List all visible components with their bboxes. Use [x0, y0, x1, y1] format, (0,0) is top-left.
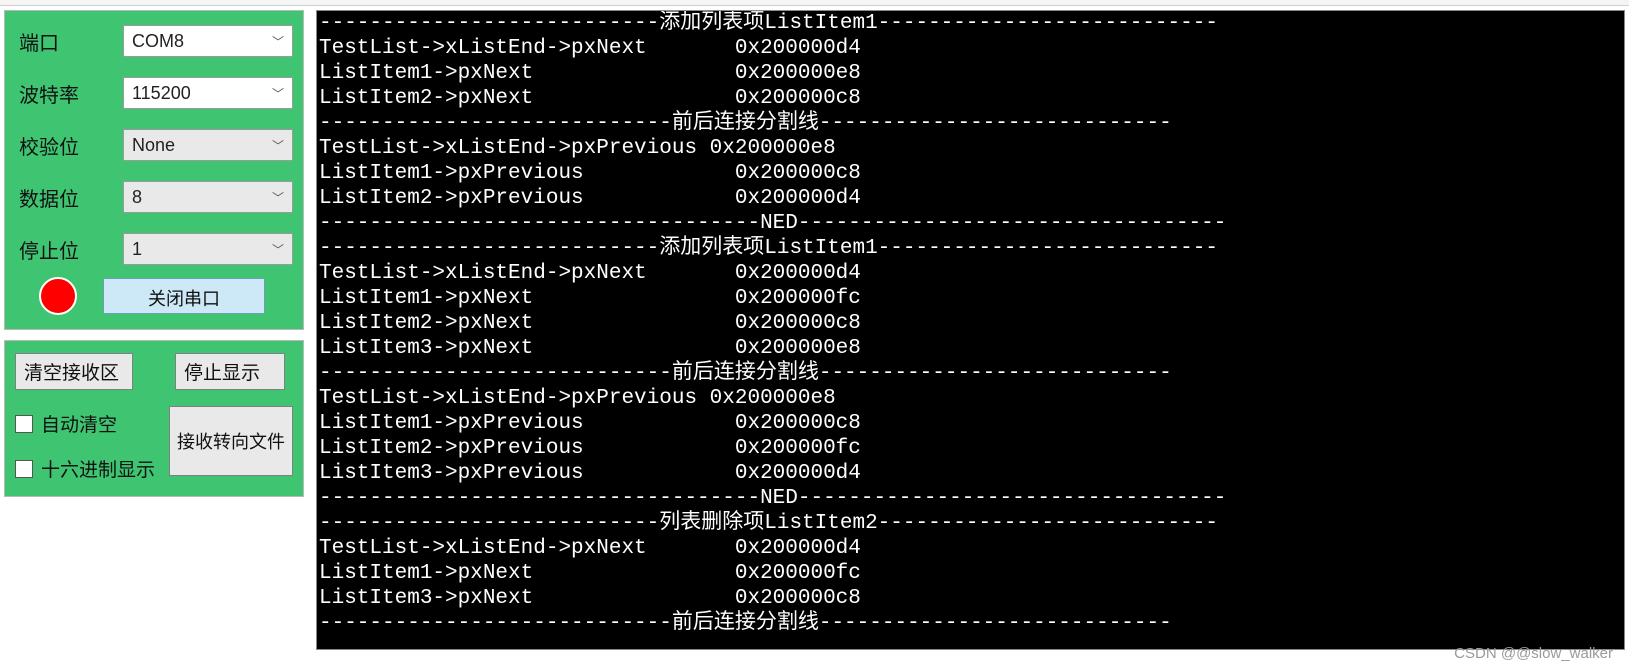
- data-select[interactable]: 8 ﹀: [123, 181, 293, 213]
- status-led-icon: [39, 277, 77, 315]
- chevron-down-icon: ﹀: [272, 137, 284, 154]
- checkbox-column: 自动清空 十六进制显示: [15, 406, 155, 482]
- port-action-row: 关闭串口: [19, 277, 293, 315]
- chevron-down-icon: ﹀: [272, 241, 284, 258]
- port-label: 端口: [19, 27, 123, 56]
- auto-clear-row[interactable]: 自动清空: [15, 410, 155, 437]
- baud-select[interactable]: 115200 ﹀: [123, 77, 293, 109]
- stop-display-button[interactable]: 停止显示: [175, 353, 285, 390]
- data-row: 数据位 8 ﹀: [19, 181, 293, 213]
- receive-bot-row: 自动清空 十六进制显示 接收转向文件: [15, 406, 293, 482]
- hex-display-label: 十六进制显示: [41, 455, 155, 482]
- stop-row: 停止位 1 ﹀: [19, 233, 293, 265]
- parity-select[interactable]: None ﹀: [123, 129, 293, 161]
- stop-select[interactable]: 1 ﹀: [123, 233, 293, 265]
- auto-clear-checkbox[interactable]: [15, 415, 33, 433]
- receive-top-row: 清空接收区 停止显示: [15, 353, 293, 390]
- close-port-button[interactable]: 关闭串口: [103, 278, 265, 314]
- parity-label: 校验位: [19, 131, 123, 160]
- baud-label: 波特率: [19, 79, 123, 108]
- left-sidebar: 端口 COM8 ﹀ 波特率 115200 ﹀ 校验位 None ﹀: [4, 10, 304, 650]
- chevron-down-icon: ﹀: [272, 85, 284, 102]
- chevron-down-icon: ﹀: [272, 33, 284, 50]
- stop-value: 1: [132, 239, 142, 260]
- clear-recv-button[interactable]: 清空接收区: [15, 353, 133, 390]
- chevron-down-icon: ﹀: [272, 189, 284, 206]
- hex-display-row[interactable]: 十六进制显示: [15, 455, 155, 482]
- terminal-output[interactable]: ---------------------------添加列表项ListItem…: [316, 10, 1625, 650]
- recv-to-file-button[interactable]: 接收转向文件: [169, 406, 293, 476]
- parity-value: None: [132, 135, 175, 156]
- main-layout: 端口 COM8 ﹀ 波特率 115200 ﹀ 校验位 None ﹀: [0, 6, 1629, 654]
- port-value: COM8: [132, 31, 184, 52]
- watermark-text: CSDN @@slow_walker: [1454, 645, 1613, 662]
- parity-row: 校验位 None ﹀: [19, 129, 293, 161]
- data-value: 8: [132, 187, 142, 208]
- port-row: 端口 COM8 ﹀: [19, 25, 293, 57]
- stop-label: 停止位: [19, 235, 123, 264]
- data-label: 数据位: [19, 183, 123, 212]
- port-select[interactable]: COM8 ﹀: [123, 25, 293, 57]
- baud-row: 波特率 115200 ﹀: [19, 77, 293, 109]
- serial-settings-panel: 端口 COM8 ﹀ 波特率 115200 ﹀ 校验位 None ﹀: [4, 10, 304, 330]
- auto-clear-label: 自动清空: [41, 410, 117, 437]
- receive-panel: 清空接收区 停止显示 自动清空 十六进制显示 接收转向文件: [4, 340, 304, 497]
- hex-display-checkbox[interactable]: [15, 460, 33, 478]
- baud-value: 115200: [132, 83, 191, 104]
